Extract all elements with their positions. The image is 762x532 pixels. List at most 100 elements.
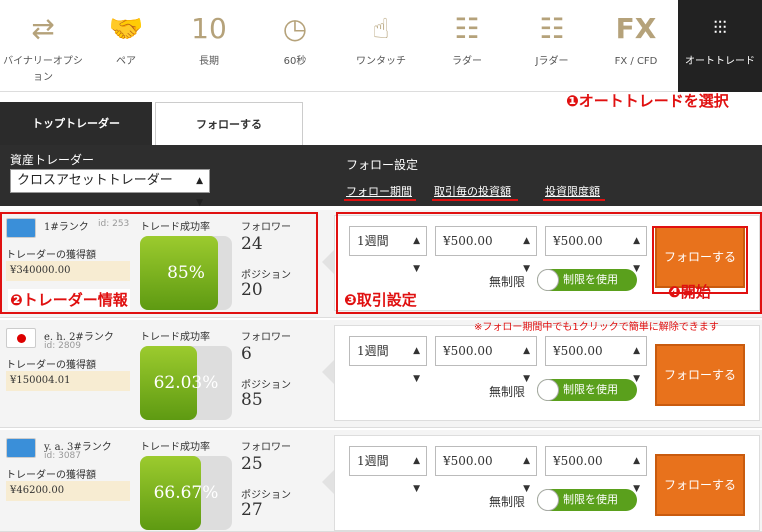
annotation-number: ❸ [344, 291, 357, 309]
nav-label: ペア [116, 56, 136, 67]
annotation-note: ※フォロー期間中でも1クリックで簡単に解除できます [474, 322, 719, 333]
investment-limit-header: 投資限度額 [545, 185, 600, 198]
nav-label: 60秒 [283, 56, 307, 67]
select-arrow-icon: ▲ ▼ [413, 456, 420, 494]
limit-value: ¥500.00 [553, 344, 603, 358]
nav-pair[interactable]: 🤝 ペア [86, 0, 166, 92]
positions-label: ポジション [241, 490, 291, 501]
annotation-number: ❷ [10, 291, 23, 309]
trader-type-select[interactable]: クロスアセットトレーダー ▲ ▼ [10, 169, 210, 208]
annotation-text: 開始 [680, 283, 711, 301]
positions-label: ポジション [241, 380, 291, 391]
nav-label: 長期 [199, 56, 219, 67]
nav-binary-option[interactable]: ⇄ バイナリーオプション [0, 0, 86, 92]
nav-j-ladder[interactable]: ☷ Jラダー [510, 0, 594, 92]
un-flag-icon [6, 438, 36, 458]
annotation-trader-info: ❷トレーダー情報 [8, 289, 130, 310]
followers-value: 25 [241, 454, 263, 474]
success-rate-value: 66.67% [153, 483, 219, 503]
success-rate-gauge: 66.67% [140, 456, 232, 530]
per-trade-amount-header: 取引毎の投資額 [434, 185, 511, 198]
tab-bar: トップトレーダー フォローする [0, 102, 762, 146]
followers-label: フォロワー [241, 442, 291, 453]
follow-button[interactable]: フォローする [655, 344, 745, 406]
follow-period-header: フォロー期間 [346, 185, 412, 198]
period-select[interactable]: 1週間 ▲ ▼ [349, 446, 427, 494]
limit-toggle[interactable]: 制限を使用 [537, 489, 637, 511]
nav-label: FX / CFD [614, 56, 658, 67]
nav-long-term[interactable]: 10 長期 [166, 0, 252, 92]
clock-icon: ◷ [282, 12, 308, 45]
toggle-knob [537, 489, 559, 511]
earn-label: トレーダーの獲得額 [6, 470, 96, 481]
positions-value: 27 [241, 500, 263, 520]
trader-row: e. h. 2#ランク id: 2809 トレーダーの獲得額 ¥150004.0… [0, 320, 762, 428]
ladder-icon: ☷ [454, 12, 480, 45]
annotation-start: ❹開始 [668, 281, 711, 302]
calendar-icon: 10 [191, 12, 227, 45]
filter-bar: 資産トレーダー クロスアセットトレーダー ▲ ▼ フォロー設定 フォロー期間 取引… [0, 145, 762, 208]
limit-select[interactable]: ¥500.00 ▲ ▼ [545, 446, 647, 494]
nav-auto-trade[interactable]: ⫶⫶⫶ オートトレード [678, 0, 762, 92]
nav-one-touch[interactable]: ☝ ワンタッチ [338, 0, 424, 92]
trade-settings-panel: 1週間 ▲ ▼ ¥500.00 ▲ ▼ ¥500.00 ▲ ▼ 無制限 制限を使用 フォロー… [334, 435, 760, 531]
handshake-icon: 🤝 [108, 12, 144, 45]
positions-value: 85 [241, 390, 263, 410]
unlimited-label: 無制限 [489, 385, 526, 399]
success-rate-label: トレード成功率 [140, 332, 210, 343]
unlimited-label: 無制限 [489, 495, 526, 509]
binary-option-icon: ⇄ [31, 12, 55, 45]
toggle-knob [537, 379, 559, 401]
period-value: 1週間 [357, 344, 389, 358]
followers-label: フォロワー [241, 332, 291, 343]
nav-label: ワンタッチ [356, 56, 406, 67]
fx-icon: FX [615, 12, 657, 45]
sliders-icon: ⫶⫶⫶ [713, 18, 727, 39]
success-rate-gauge: 62.03% [140, 346, 232, 420]
toggle-label: 制限を使用 [563, 383, 618, 396]
period-select[interactable]: 1週間 ▲ ▼ [349, 336, 427, 384]
annotation-underline [543, 199, 605, 201]
annotation-text: トレーダー情報 [22, 291, 128, 309]
limit-toggle[interactable]: 制限を使用 [537, 379, 637, 401]
earn-value: ¥150004.01 [6, 371, 130, 391]
tab-follow[interactable]: フォローする [155, 102, 303, 146]
limit-value: ¥500.00 [553, 454, 603, 468]
follow-settings-label: フォロー設定 [346, 158, 419, 172]
success-rate-value: 62.03% [153, 373, 219, 393]
follow-button[interactable]: フォローする [655, 454, 745, 516]
annotation-number: ❹ [668, 283, 681, 301]
select-arrow-icon: ▲ ▼ [413, 346, 420, 384]
top-navigation: ⇄ バイナリーオプション 🤝 ペア 10 長期 ◷ 60秒 ☝ ワンタッチ ☷ … [0, 0, 762, 92]
trader-id: id: 3087 [44, 451, 82, 461]
nav-fx-cfd[interactable]: FX FX / CFD [594, 0, 678, 92]
nav-label: オートトレード [685, 56, 755, 67]
period-value: 1週間 [357, 454, 389, 468]
annotation-underline [432, 199, 518, 201]
row-pointer [322, 250, 334, 274]
per-trade-value: ¥500.00 [443, 454, 493, 468]
per-trade-value: ¥500.00 [443, 344, 493, 358]
limit-select[interactable]: ¥500.00 ▲ ▼ [545, 336, 647, 384]
jladder-icon: ☷ [539, 12, 565, 45]
earn-label: トレーダーの獲得額 [6, 360, 96, 371]
tab-top-traders[interactable]: トップトレーダー [0, 102, 152, 146]
trader-row: y. a. 3#ランク id: 3087 トレーダーの獲得額 ¥46200.00… [0, 430, 762, 532]
row-pointer [322, 360, 334, 384]
annotation-trade-settings: ❸取引設定 [344, 289, 417, 310]
select-arrow-icon: ▲ ▼ [196, 176, 203, 208]
trader-type-value: クロスアセットトレーダー [17, 173, 173, 188]
per-trade-select[interactable]: ¥500.00 ▲ ▼ [435, 446, 537, 494]
annotation-text: 取引設定 [356, 291, 417, 309]
per-trade-select[interactable]: ¥500.00 ▲ ▼ [435, 336, 537, 384]
nav-60-seconds[interactable]: ◷ 60秒 [252, 0, 338, 92]
nav-ladder[interactable]: ☷ ラダー [424, 0, 510, 92]
trader-id: id: 2809 [44, 341, 82, 351]
asset-trader-label: 資産トレーダー [10, 153, 95, 167]
nav-label: バイナリーオプション [3, 56, 83, 83]
nav-label: Jラダー [535, 56, 569, 67]
followers-value: 6 [241, 344, 252, 364]
annotation-underline [344, 199, 416, 201]
row-pointer [322, 470, 334, 494]
nav-label: ラダー [452, 56, 482, 67]
